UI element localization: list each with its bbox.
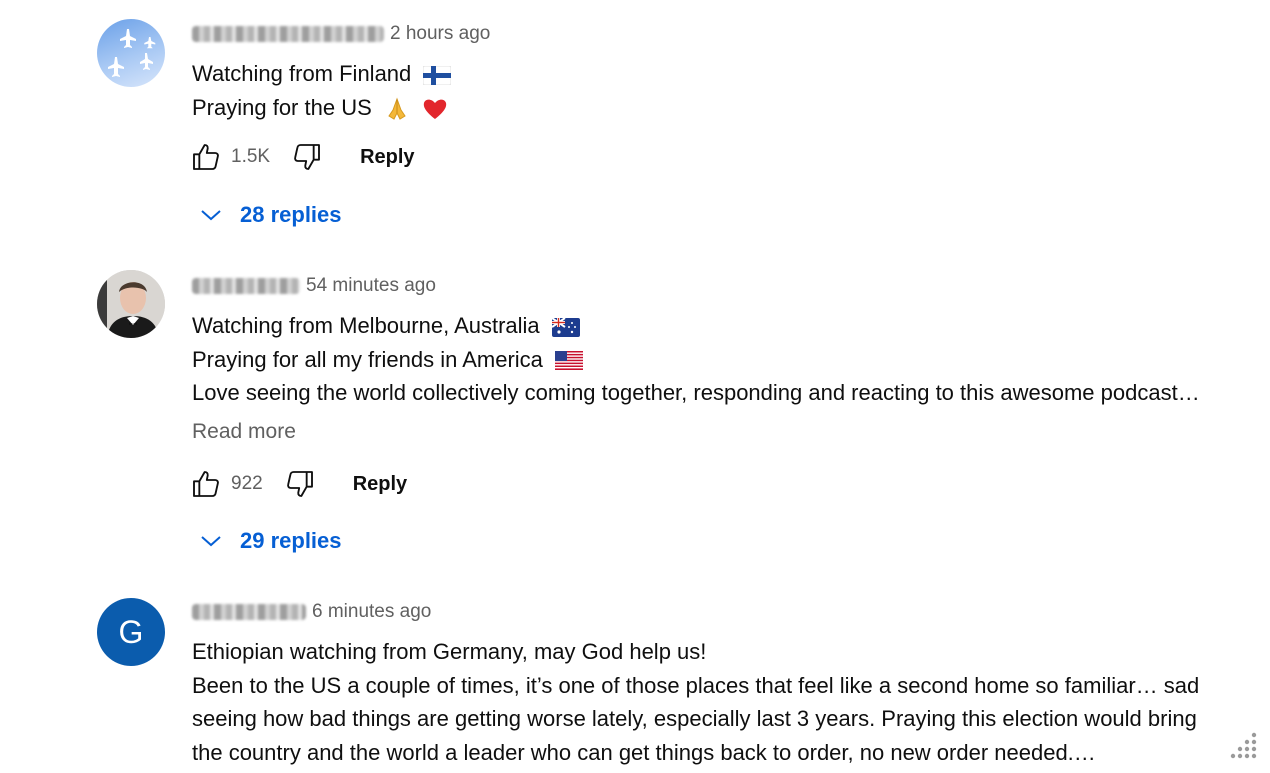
blurred-username[interactable]	[192, 278, 300, 294]
comment-line: Praying for the US	[192, 91, 1262, 125]
like-button[interactable]	[189, 140, 223, 174]
dislike-button[interactable]	[283, 467, 317, 501]
red-heart-icon	[423, 99, 447, 119]
like-count: 922	[231, 473, 263, 494]
us-flag-icon	[555, 351, 584, 371]
australia-flag-icon	[551, 317, 580, 337]
like-button[interactable]	[189, 467, 223, 501]
comment-line: seeing how bad things are getting worse …	[192, 706, 1197, 731]
replies-count: 29 replies	[240, 528, 342, 553]
comment-line: Love seeing the world collectively comin…	[192, 380, 1200, 405]
read-more-button[interactable]: Read more	[192, 420, 296, 444]
blurred-username[interactable]	[192, 26, 384, 42]
comment-line: Watching from Melbourne, Australia	[192, 309, 1262, 343]
view-replies-button[interactable]: 29 replies	[200, 524, 342, 558]
replies-count: 28 replies	[240, 202, 342, 227]
airplanes-icon	[108, 29, 156, 77]
chevron-down-icon	[201, 536, 221, 547]
comment-actions: 1.5K Reply	[189, 139, 415, 175]
timestamp[interactable]: 54 minutes ago	[306, 275, 436, 297]
user-avatar[interactable]: G	[97, 598, 165, 666]
comment-header: 54 minutes ago	[192, 273, 436, 299]
comment-header: 6 minutes ago	[192, 599, 431, 625]
praying-hands-icon	[388, 97, 406, 120]
timestamp[interactable]: 2 hours ago	[390, 23, 490, 45]
finland-flag-icon	[423, 65, 452, 85]
comment-line: Praying for all my friends in America	[192, 343, 1262, 377]
view-replies-button[interactable]: 28 replies	[200, 198, 342, 232]
user-avatar[interactable]	[97, 270, 165, 338]
dislike-button[interactable]	[290, 140, 324, 174]
comment-text: Ethiopian watching from Germany, may God…	[192, 635, 1262, 769]
man-photo-icon	[97, 270, 165, 338]
comment-actions: 922 Reply	[189, 466, 407, 502]
comment-line: the country and the world a leader who c…	[192, 739, 1096, 765]
drag-dots-icon[interactable]	[1222, 729, 1260, 765]
comment-text: Watching from Finland Praying for the US	[192, 57, 1262, 124]
thumbs-up-icon	[193, 471, 219, 497]
thumbs-down-icon	[286, 471, 313, 497]
thumbs-down-icon	[294, 144, 321, 170]
reply-button[interactable]: Reply	[360, 146, 414, 169]
comment-line: Been to the US a couple of times, it’s o…	[192, 672, 1200, 698]
blurred-username[interactable]	[192, 604, 306, 620]
user-avatar[interactable]	[97, 19, 165, 87]
reply-button[interactable]: Reply	[353, 473, 407, 496]
timestamp[interactable]: 6 minutes ago	[312, 601, 431, 623]
comment-line: Watching from Finland	[192, 57, 1262, 91]
comment-header: 2 hours ago	[192, 21, 490, 47]
thumbs-up-icon	[193, 144, 219, 170]
comment-text: Watching from Melbourne, Australia Prayi…	[192, 309, 1262, 410]
like-count: 1.5K	[231, 146, 271, 167]
comment-line: Ethiopian watching from Germany, may God…	[192, 639, 707, 664]
chevron-down-icon	[201, 210, 221, 221]
